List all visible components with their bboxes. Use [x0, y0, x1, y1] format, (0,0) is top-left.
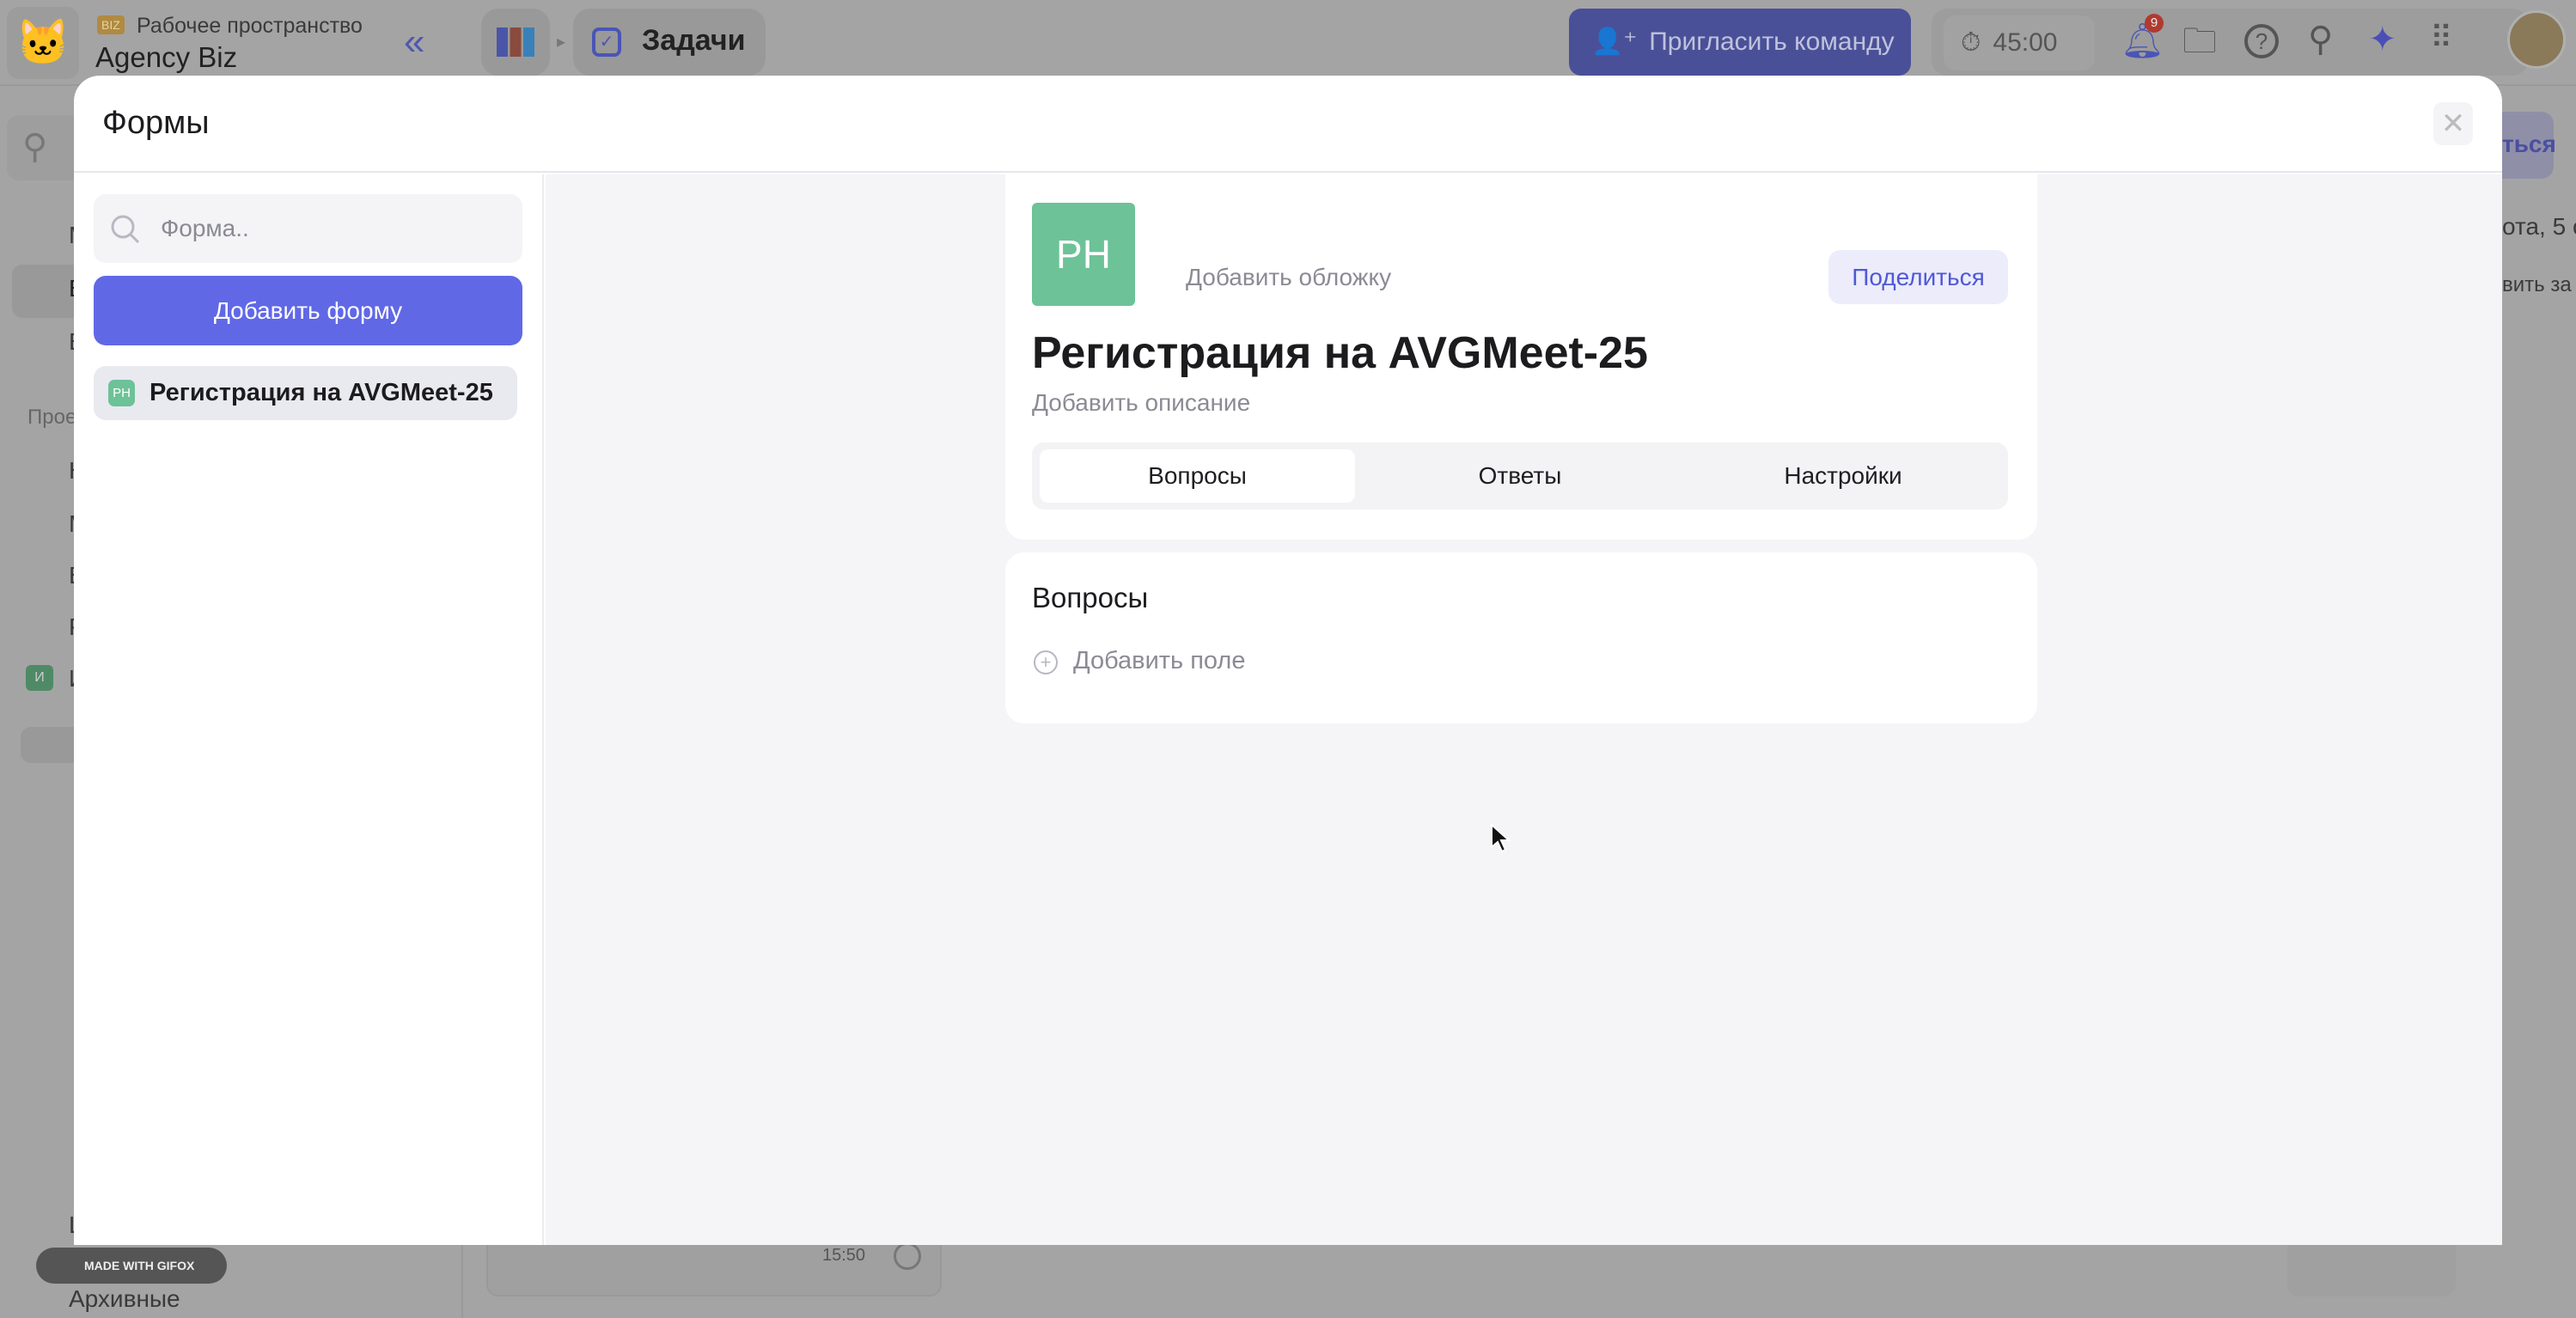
share-button[interactable]: Поделиться	[1828, 250, 2008, 304]
sparkles-icon[interactable]: ✦	[2368, 22, 2397, 57]
project-badge: И	[26, 665, 53, 691]
form-list-item-label: Регистрация на AVGMeet-25	[150, 379, 493, 406]
workspace-label: Рабочее пространство	[137, 14, 363, 38]
user-avatar[interactable]	[2507, 10, 2566, 69]
forms-modal: Формы ✕ Добавить форму PH Регистрация на…	[74, 76, 2502, 1245]
form-search-input[interactable]	[161, 194, 504, 263]
modal-title: Формы	[102, 105, 210, 141]
grid-icon	[497, 27, 534, 57]
top-bar: 🐱 BIZ Рабочее пространство Agency Biz « …	[0, 0, 2576, 86]
apps-grid-button[interactable]	[481, 9, 550, 76]
add-cover-link[interactable]: Добавить обложку	[1186, 264, 1391, 291]
add-form-button[interactable]: Добавить форму	[94, 276, 522, 345]
form-avatar[interactable]: PH	[1032, 203, 1135, 306]
form-editor: PH Добавить обложку Поделиться Регистрац…	[546, 174, 2502, 1245]
form-badge: PH	[108, 380, 135, 406]
add-user-icon: 👤⁺	[1591, 27, 1638, 56]
checkbox-icon: ✓	[592, 27, 621, 57]
form-list-item[interactable]: PH Регистрация на AVGMeet-25	[94, 366, 517, 420]
timer-button[interactable]: ⏱ 45:00	[1944, 15, 2095, 70]
add-description-link[interactable]: Добавить описание	[1032, 389, 1250, 417]
stopwatch-icon: ⏱	[1961, 28, 1981, 57]
task-toolbar	[2287, 1245, 2456, 1297]
breadcrumb-chevron-icon: ▸	[557, 33, 566, 52]
mouse-cursor-icon	[1491, 823, 1511, 853]
workspace-badge: BIZ	[97, 15, 125, 34]
close-icon: ✕	[2440, 107, 2466, 140]
form-header-card: PH Добавить обложку Поделиться Регистрац…	[1005, 174, 2037, 540]
questions-card: Вопросы + Добавить поле	[1005, 552, 2037, 723]
form-search	[94, 194, 522, 263]
search-icon[interactable]: ⚲	[2308, 22, 2333, 57]
modal-header: Формы ✕	[74, 76, 2502, 173]
tab-questions[interactable]: Вопросы	[1040, 449, 1355, 503]
questions-heading: Вопросы	[1032, 582, 1149, 613]
collapse-sidebar-icon[interactable]: «	[404, 21, 424, 64]
workspace-name[interactable]: Agency Biz	[95, 41, 237, 74]
folder-icon[interactable]: 🗀	[2182, 24, 2217, 58]
form-title[interactable]: Регистрация на AVGMeet-25	[1032, 327, 1648, 379]
invite-label: Пригласить команду	[1649, 27, 1895, 56]
right-partial-button[interactable]: ться	[2502, 112, 2556, 179]
watermark-label: MADE WITH GIFOX	[84, 1259, 195, 1272]
apps-icon[interactable]: ⠿	[2430, 22, 2452, 53]
breadcrumb-tasks[interactable]: ✓ Задачи	[573, 9, 766, 76]
app-logo[interactable]: 🐱	[7, 7, 79, 79]
watermark: MADE WITH GIFOX	[36, 1248, 227, 1284]
search-icon	[111, 215, 140, 244]
close-button[interactable]: ✕	[2433, 102, 2473, 145]
search-icon: ⚲	[22, 128, 48, 166]
plus-circle-icon: +	[1034, 650, 1058, 674]
breadcrumb-label: Задачи	[642, 24, 746, 57]
invite-team-button[interactable]: 👤⁺ Пригласить команду	[1569, 9, 1911, 76]
projects-heading: Прое	[27, 406, 77, 429]
task-card	[486, 1245, 942, 1297]
timer-value: 45:00	[1993, 28, 2058, 57]
tab-settings[interactable]: Настройки	[1685, 449, 2001, 503]
help-icon[interactable]: ?	[2244, 24, 2279, 58]
add-field-label: Добавить поле	[1073, 647, 1246, 674]
form-tabs: Вопросы Ответы Настройки	[1032, 442, 2008, 510]
sidebar-bottom-item[interactable]: Архивные	[69, 1285, 180, 1313]
tab-answers[interactable]: Ответы	[1362, 449, 1678, 503]
task-time: 15:50	[822, 1246, 866, 1265]
right-partial-text: вить за	[2502, 273, 2572, 296]
right-partial-text: ота, 5 с	[2502, 213, 2576, 240]
forms-list-panel: Добавить форму PH Регистрация на AVGMeet…	[74, 174, 544, 1245]
right-partial-label: ться	[2502, 131, 2556, 157]
notification-badge: 9	[2145, 14, 2164, 33]
task-status-circle[interactable]	[894, 1242, 921, 1270]
